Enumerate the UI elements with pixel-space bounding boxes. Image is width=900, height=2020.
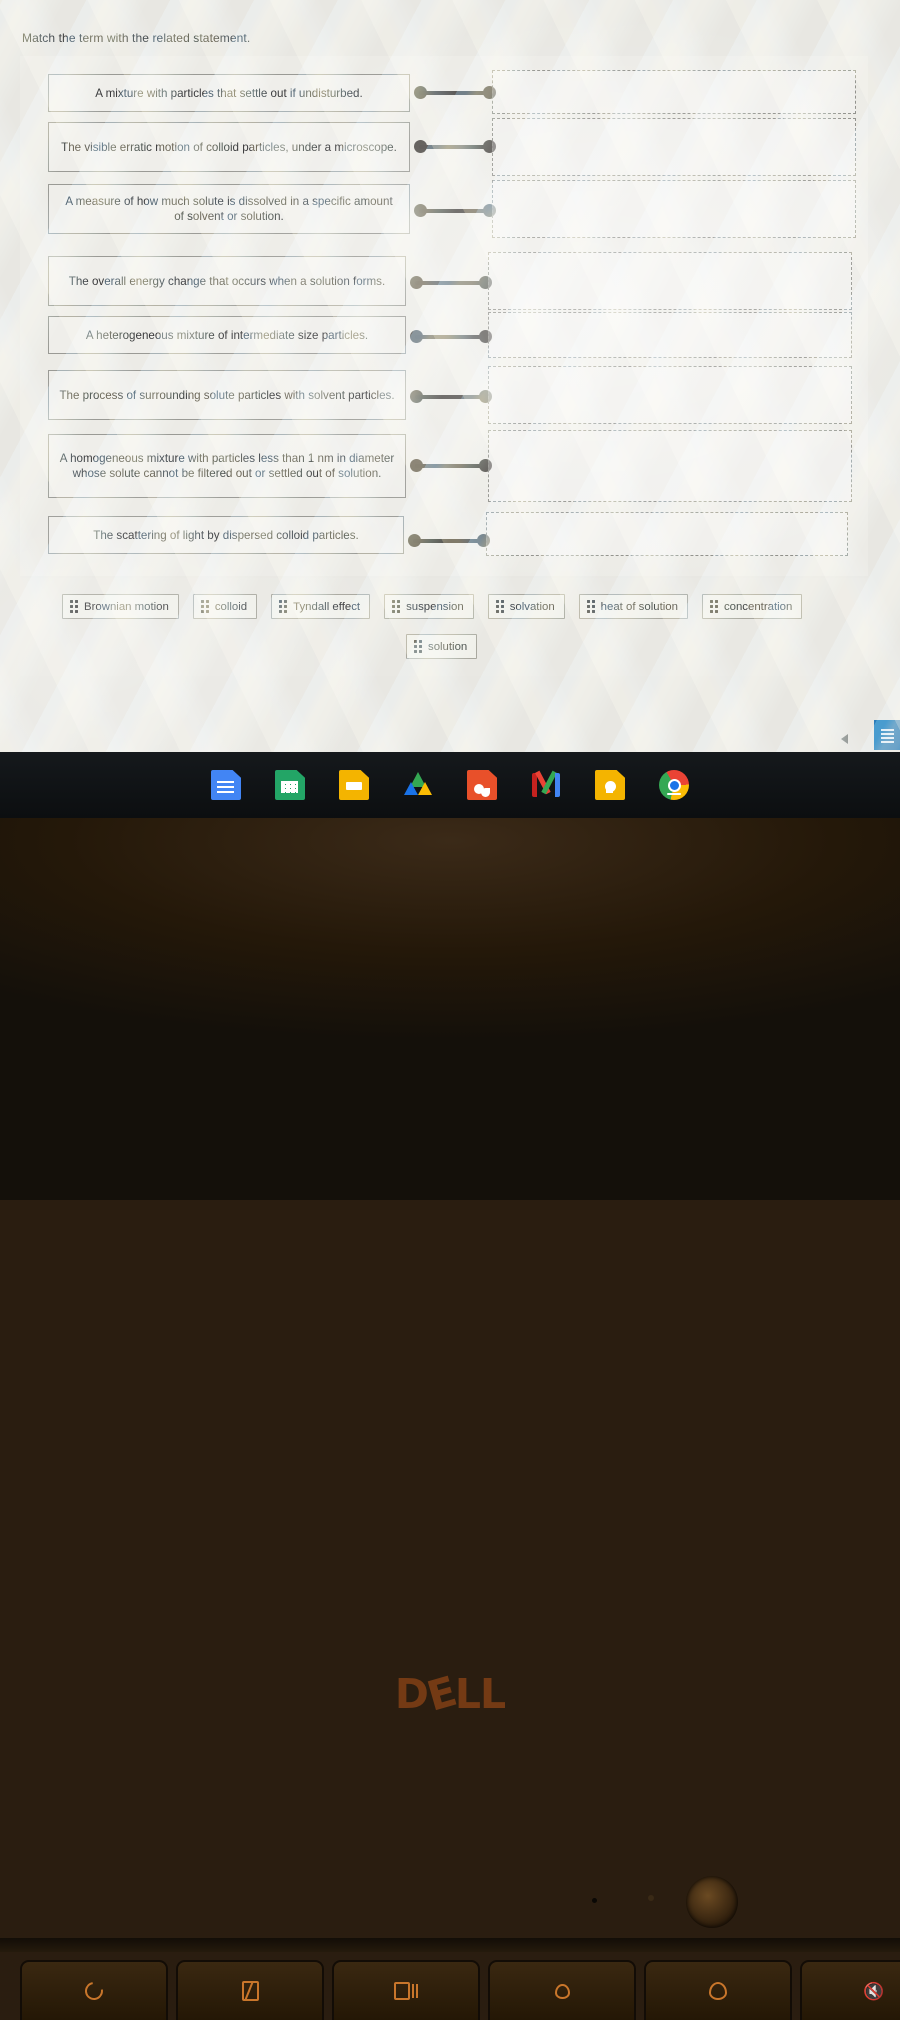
drop-zone[interactable] <box>486 512 848 556</box>
drag-handle-icon <box>709 600 718 613</box>
statement-box: The process of surrounding solute partic… <box>48 370 406 420</box>
answer-chip-solvation[interactable]: solvation <box>487 594 565 619</box>
connector-line <box>410 276 492 290</box>
drop-zone[interactable] <box>488 430 852 502</box>
match-question-panel: A mixture with particles that settle out… <box>20 56 868 576</box>
chassis-pinhole <box>592 1898 597 1903</box>
answer-chip-label: heat of solution <box>600 600 678 613</box>
connector-bar <box>415 281 487 285</box>
connector-line <box>410 330 492 344</box>
connector-bar <box>419 145 491 149</box>
overview-icon <box>394 1982 418 2000</box>
google-sheets-icon[interactable] <box>275 770 305 800</box>
answer-chip-concentration[interactable]: concentration <box>701 594 803 619</box>
answer-chip-label: solvation <box>509 600 555 613</box>
power-button[interactable] <box>686 1876 738 1928</box>
key-reload[interactable] <box>20 1960 168 2020</box>
connector-line <box>414 204 496 218</box>
statement-box: A homogeneous mixture with particles les… <box>48 434 406 498</box>
fullscreen-icon <box>241 1981 259 2001</box>
key-brightness-up[interactable] <box>644 1960 792 2020</box>
scroll-left-arrow-icon[interactable] <box>841 734 848 744</box>
answer-bank: Brownian motion colloid Tyndall effect s… <box>20 578 868 676</box>
google-drive-icon[interactable] <box>403 770 433 800</box>
reload-icon <box>81 1978 107 2004</box>
answer-chip-label: Brownian motion <box>84 600 169 613</box>
key-fullscreen[interactable] <box>176 1960 324 2020</box>
statement-box: A measure of how much solute is dissolve… <box>48 184 410 234</box>
google-chrome-icon[interactable] <box>659 770 689 800</box>
page-title: Match the term with the related statemen… <box>22 31 251 45</box>
answer-chip-solution[interactable]: solution <box>406 634 478 659</box>
google-docs-icon[interactable] <box>211 770 241 800</box>
connector-bar <box>415 395 487 399</box>
statement-box: The visible erratic motion of colloid pa… <box>48 122 410 172</box>
connector-line <box>414 86 496 100</box>
answer-chip-heat-of-solution[interactable]: heat of solution <box>578 594 688 619</box>
google-slides-icon[interactable] <box>339 770 369 800</box>
drag-handle-icon <box>586 600 595 613</box>
chassis-pinhole <box>648 1895 654 1901</box>
quiz-page: Match the term with the related statemen… <box>0 0 900 752</box>
chassis-seam <box>0 1938 900 1952</box>
answer-chip-label: solution <box>428 640 468 653</box>
drop-zone[interactable] <box>492 118 856 176</box>
connector-bar <box>419 209 491 213</box>
connector-bar <box>413 539 485 543</box>
brightness-up-icon <box>709 1982 727 2000</box>
answer-chip-label: colloid <box>214 600 248 613</box>
statement-box: A heterogeneous mixture of intermediate … <box>48 316 406 354</box>
window-edge-app-icon[interactable] <box>874 720 900 750</box>
gmail-icon[interactable] <box>531 770 561 800</box>
dell-logo: DELL <box>394 1667 506 1721</box>
key-overview[interactable] <box>332 1960 480 2020</box>
statement-box: The scattering of light by dispersed col… <box>48 516 404 554</box>
key-brightness-down[interactable] <box>488 1960 636 2020</box>
connector-bar <box>415 464 487 468</box>
drag-handle-icon <box>70 600 78 613</box>
connector-line <box>410 390 492 404</box>
chromeos-shelf <box>0 752 900 818</box>
answer-chip-brownian-motion[interactable]: Brownian motion <box>62 594 179 619</box>
drop-zone[interactable] <box>492 70 856 114</box>
connector-line <box>414 140 496 154</box>
drop-zone[interactable] <box>492 180 856 238</box>
drag-handle-icon <box>495 600 504 613</box>
drop-zone[interactable] <box>488 312 852 358</box>
connector-bar <box>419 91 491 95</box>
laptop-chassis: DELL 🔇 <box>0 818 900 2020</box>
answer-chip-label: suspension <box>406 600 464 613</box>
keyboard-function-row: 🔇 <box>0 1960 900 2020</box>
brightness-down-icon <box>554 1983 570 1999</box>
drag-handle-icon <box>279 600 288 613</box>
answer-chip-tyndall-effect[interactable]: Tyndall effect <box>271 594 371 619</box>
answer-chip-label: concentration <box>723 600 793 613</box>
drop-zone[interactable] <box>488 366 852 424</box>
answer-chip-label: Tyndall effect <box>293 600 361 613</box>
connector-line <box>408 534 490 548</box>
google-photos-icon[interactable] <box>467 770 497 800</box>
connector-line <box>410 459 492 473</box>
active-app-indicator <box>667 792 681 795</box>
answer-chip-colloid[interactable]: colloid <box>192 594 258 619</box>
statement-box: A mixture with particles that settle out… <box>48 74 410 112</box>
drag-handle-icon <box>414 640 422 653</box>
mute-icon: 🔇 <box>863 1981 885 2001</box>
connector-bar <box>415 335 487 339</box>
answer-chip-suspension[interactable]: suspension <box>384 594 474 619</box>
answer-bank-row-1: Brownian motion colloid Tyndall effect s… <box>62 594 803 619</box>
answer-bank-row-2: solution <box>406 634 478 659</box>
drag-handle-icon <box>200 600 209 613</box>
google-keep-icon[interactable] <box>595 770 625 800</box>
statement-box: The overall energy change that occurs wh… <box>48 256 406 306</box>
key-mute[interactable]: 🔇 <box>800 1960 900 2020</box>
drop-zone[interactable] <box>488 252 852 310</box>
chromebook-screen: Match the term with the related statemen… <box>0 0 900 752</box>
drag-handle-icon <box>392 600 401 613</box>
